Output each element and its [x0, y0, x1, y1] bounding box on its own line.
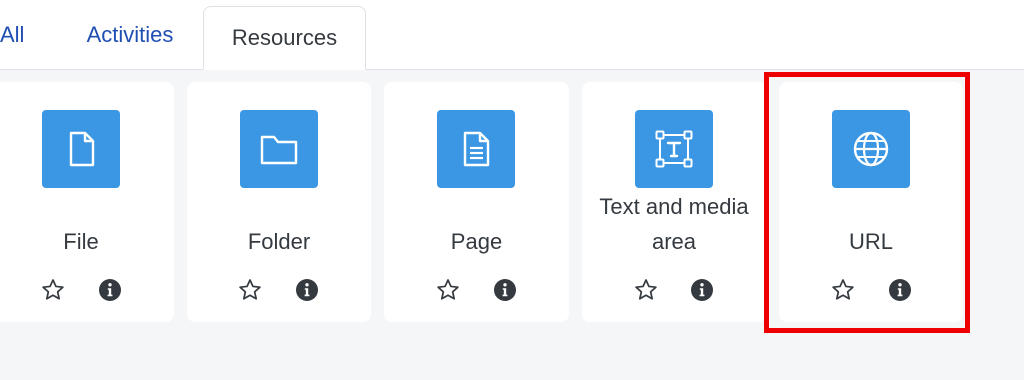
- star-icon[interactable]: [435, 277, 461, 303]
- tab-bar: All Activities Resources: [0, 0, 1024, 70]
- tab-all[interactable]: All: [0, 0, 30, 69]
- card-label-text-media-area-line1: Text and media: [599, 194, 749, 219]
- file-icon-box: [42, 110, 120, 188]
- card-label-url: URL: [848, 229, 893, 254]
- folder-icon-box: [240, 110, 318, 188]
- star-icon[interactable]: [40, 277, 66, 303]
- resource-card-page[interactable]: Page: [384, 82, 569, 322]
- card-label-folder: Folder: [247, 229, 311, 254]
- tab-resources[interactable]: Resources: [203, 6, 366, 70]
- text-media-icon: [655, 130, 693, 168]
- info-icon[interactable]: [493, 278, 517, 302]
- file-icon: [69, 131, 95, 167]
- star-icon[interactable]: [830, 277, 856, 303]
- card-label-file: File: [63, 229, 99, 254]
- star-icon[interactable]: [633, 277, 659, 303]
- resource-card-file[interactable]: File: [0, 82, 174, 322]
- folder-icon: [260, 135, 298, 165]
- url-icon-box: [832, 110, 910, 188]
- page-icon-box: [437, 110, 515, 188]
- page-icon: [463, 131, 490, 167]
- resource-card-folder[interactable]: Folder: [187, 82, 371, 322]
- info-icon[interactable]: [888, 278, 912, 302]
- resource-card-url[interactable]: URL: [779, 82, 963, 322]
- card-label-text-media-area-line2: area: [651, 229, 697, 254]
- card-label-page: Page: [450, 229, 503, 254]
- url-globe-icon: [853, 131, 889, 167]
- tab-activities[interactable]: Activities: [70, 0, 190, 69]
- star-icon[interactable]: [237, 277, 263, 303]
- text-media-icon-box: [635, 110, 713, 188]
- info-icon[interactable]: [98, 278, 122, 302]
- resource-card-text-media-area[interactable]: Text and media area: [582, 82, 766, 322]
- info-icon[interactable]: [295, 278, 319, 302]
- info-icon[interactable]: [690, 278, 714, 302]
